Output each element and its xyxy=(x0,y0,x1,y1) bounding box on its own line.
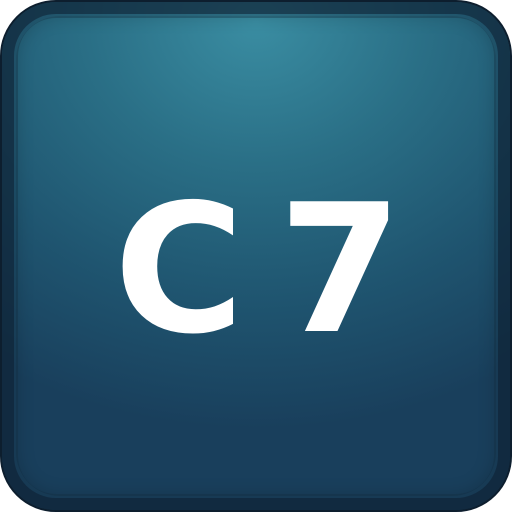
app-icon-digit: 7 xyxy=(278,166,403,373)
app-icon-letter: C xyxy=(113,166,245,373)
app-icon-label: C 7 xyxy=(2,14,512,526)
app-icon[interactable]: C 7 xyxy=(0,0,512,512)
